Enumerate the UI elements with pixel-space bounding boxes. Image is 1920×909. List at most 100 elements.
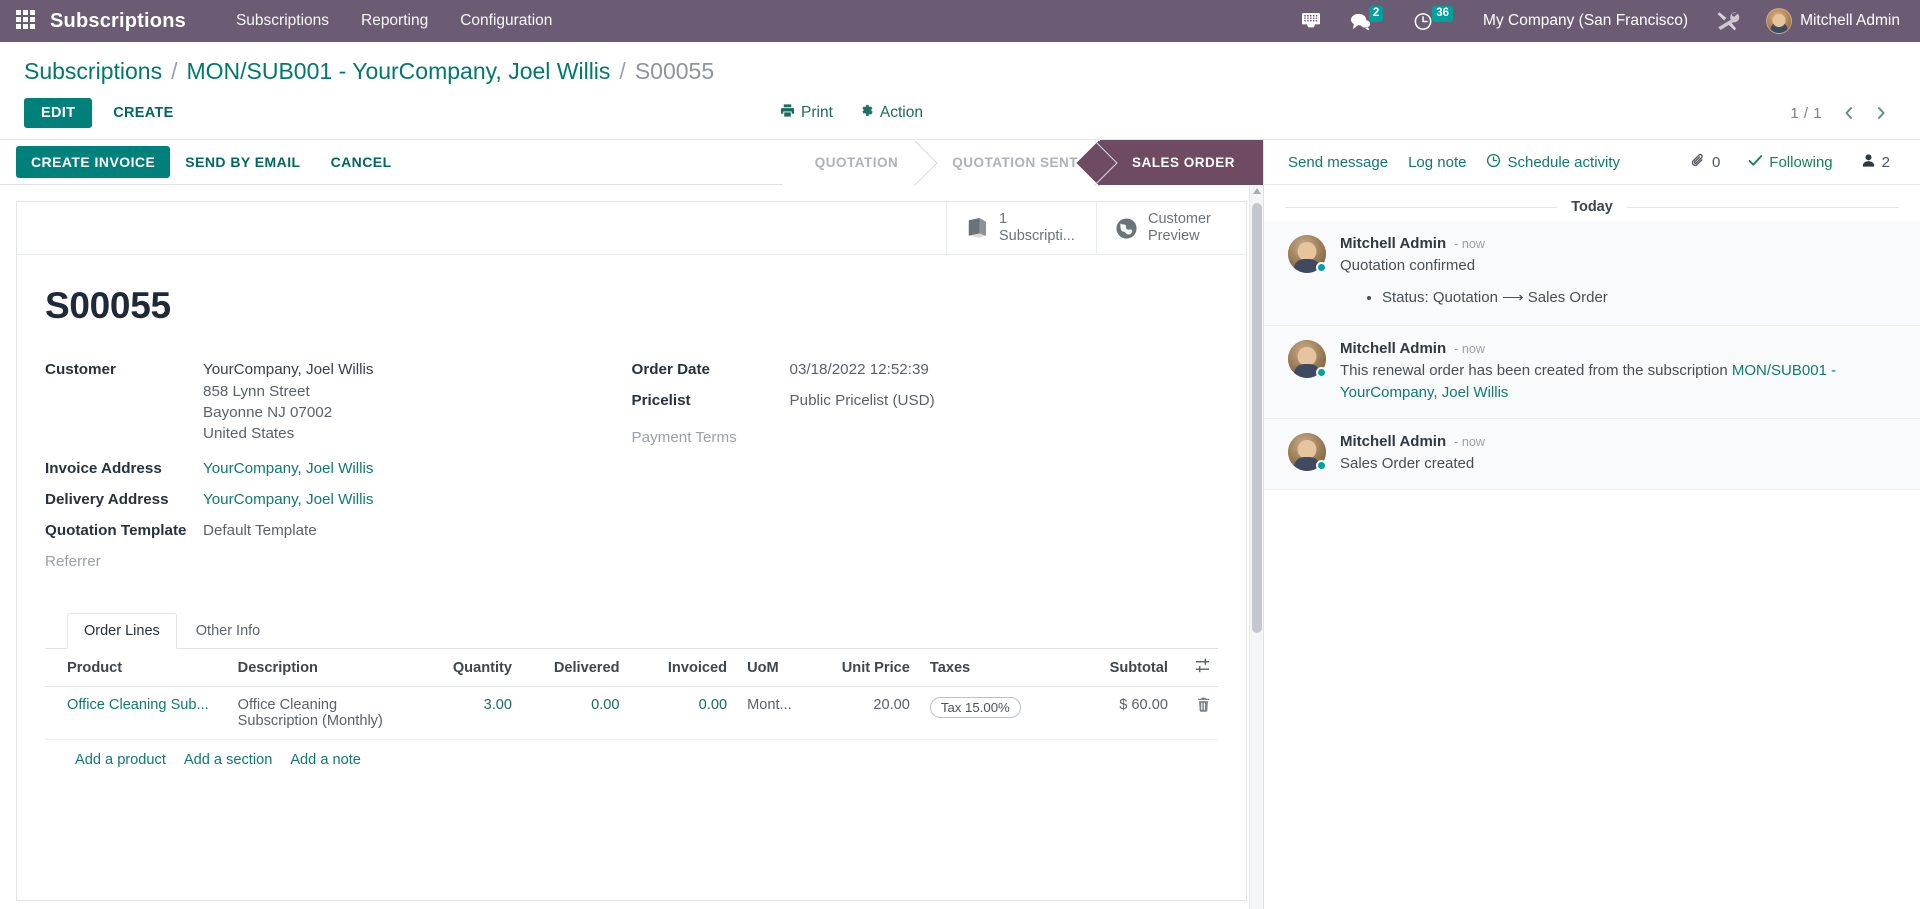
pager-previous-button[interactable] bbox=[1834, 103, 1863, 123]
field-invoice-address: Invoice Address YourCompany, Joel Willis bbox=[45, 458, 632, 480]
print-menu[interactable]: Print bbox=[780, 103, 833, 123]
statusbar: CREATE INVOICE SEND BY EMAIL CANCEL QUOT… bbox=[0, 140, 1263, 185]
following-button[interactable]: Following bbox=[1736, 148, 1844, 177]
smart-button-customer-preview[interactable]: Customer Preview bbox=[1096, 202, 1246, 254]
field-label-customer: Customer bbox=[45, 359, 203, 381]
field-label-referrer: Referrer bbox=[45, 551, 203, 573]
add-a-section-link[interactable]: Add a section bbox=[184, 752, 272, 768]
column-header-description[interactable]: Description bbox=[230, 649, 413, 687]
message-author[interactable]: Mitchell Admin bbox=[1340, 340, 1446, 357]
attachments-button[interactable]: 0 bbox=[1679, 147, 1732, 178]
smart-buttons: 1 Subscripti... Customer bbox=[17, 202, 1246, 255]
app-brand-subscriptions[interactable]: Subscriptions bbox=[50, 10, 186, 33]
status-step-quotation[interactable]: QUOTATION bbox=[783, 140, 921, 185]
menu-item-subscriptions[interactable]: Subscriptions bbox=[220, 2, 345, 40]
scrollbar-thumb[interactable] bbox=[1252, 203, 1262, 633]
smart-button-subscriptions[interactable]: 1 Subscripti... bbox=[946, 202, 1096, 254]
field-value-pricelist[interactable]: Public Pricelist (USD) bbox=[790, 390, 935, 412]
customer-address: 858 Lynn Street Bayonne NJ 07002 United … bbox=[203, 381, 374, 444]
following-label: Following bbox=[1769, 154, 1832, 171]
field-value-invoice-address[interactable]: YourCompany, Joel Willis bbox=[203, 458, 374, 480]
book-icon bbox=[965, 217, 989, 239]
scroll-up-arrow-icon[interactable] bbox=[1253, 188, 1261, 194]
cell-description[interactable]: Office Cleaning Subscription (Monthly) bbox=[230, 687, 413, 740]
breadcrumb-separator-1: / bbox=[171, 58, 177, 85]
create-invoice-button[interactable]: CREATE INVOICE bbox=[16, 146, 170, 178]
avatar bbox=[1766, 8, 1792, 34]
column-header-uom[interactable]: UoM bbox=[735, 649, 810, 687]
product-link[interactable]: Office Cleaning Sub... bbox=[67, 697, 209, 713]
add-a-note-link[interactable]: Add a note bbox=[290, 752, 361, 768]
cell-product[interactable]: Office Cleaning Sub... bbox=[45, 687, 230, 740]
clock-icon[interactable]: 36 bbox=[1399, 0, 1469, 42]
breadcrumb-current: S00055 bbox=[635, 58, 714, 85]
cell-subtotal: $ 60.00 bbox=[1058, 687, 1176, 740]
message-item: Mitchell Admin - now Quotation confirmed… bbox=[1264, 221, 1920, 326]
field-value-customer[interactable]: YourCompany, Joel Willis bbox=[203, 359, 374, 381]
send-by-email-button[interactable]: SEND BY EMAIL bbox=[170, 146, 315, 178]
create-button[interactable]: CREATE bbox=[98, 98, 188, 128]
cell-taxes[interactable]: Tax 15.00% bbox=[918, 687, 1058, 740]
field-value-delivery-address[interactable]: YourCompany, Joel Willis bbox=[203, 489, 374, 511]
action-menu[interactable]: Action bbox=[859, 103, 923, 123]
phone-icon[interactable] bbox=[1286, 0, 1336, 42]
message-body: This renewal order has been created from… bbox=[1340, 360, 1898, 404]
message-timestamp: - now bbox=[1454, 342, 1485, 356]
tab-order-lines[interactable]: Order Lines bbox=[67, 613, 177, 649]
cell-invoiced[interactable]: 0.00 bbox=[628, 687, 736, 740]
field-value-order-date[interactable]: 03/18/2022 12:52:39 bbox=[790, 359, 929, 381]
followers-button[interactable]: 2 bbox=[1849, 147, 1902, 178]
message-author[interactable]: Mitchell Admin bbox=[1340, 235, 1446, 252]
tools-icon[interactable] bbox=[1702, 0, 1754, 42]
status-step-quotation-sent[interactable]: QUOTATION SENT bbox=[920, 140, 1100, 185]
column-header-quantity[interactable]: Quantity bbox=[412, 649, 520, 687]
pager-next-button[interactable] bbox=[1867, 103, 1896, 123]
breadcrumb-root[interactable]: Subscriptions bbox=[24, 58, 162, 85]
message-author[interactable]: Mitchell Admin bbox=[1340, 433, 1446, 450]
online-status-indicator bbox=[1316, 262, 1327, 273]
add-a-product-link[interactable]: Add a product bbox=[75, 752, 166, 768]
log-note-button[interactable]: Log note bbox=[1398, 148, 1476, 177]
column-header-invoiced[interactable]: Invoiced bbox=[628, 649, 736, 687]
navbar-right: 2 36 My Company (San Francisco) Mitchell… bbox=[1286, 0, 1906, 42]
edit-button[interactable]: EDIT bbox=[24, 98, 92, 128]
apps-menu-icon[interactable] bbox=[16, 10, 38, 32]
column-header-subtotal[interactable]: Subtotal bbox=[1058, 649, 1176, 687]
trash-icon[interactable] bbox=[1187, 699, 1210, 715]
message-content: Mitchell Admin - now This renewal order … bbox=[1340, 340, 1898, 404]
column-header-product[interactable]: Product bbox=[45, 649, 230, 687]
cancel-button[interactable]: CANCEL bbox=[316, 146, 407, 178]
form-sheet: 1 Subscripti... Customer bbox=[16, 201, 1247, 901]
field-value-quotation-template[interactable]: Default Template bbox=[203, 520, 317, 542]
menu-item-configuration[interactable]: Configuration bbox=[444, 2, 568, 40]
status-steps: QUOTATION QUOTATION SENT SALES ORDER bbox=[783, 140, 1263, 185]
day-separator-label: Today bbox=[1571, 199, 1613, 215]
cell-uom[interactable]: Mont... bbox=[735, 687, 810, 740]
company-switcher[interactable]: My Company (San Francisco) bbox=[1469, 12, 1702, 30]
schedule-activity-button[interactable]: Schedule activity bbox=[1476, 147, 1630, 178]
cell-delete[interactable] bbox=[1176, 687, 1218, 740]
page-title: S00055 bbox=[45, 285, 1218, 327]
message-item: Mitchell Admin - now This renewal order … bbox=[1264, 326, 1920, 419]
cell-delivered[interactable]: 0.00 bbox=[520, 687, 628, 740]
column-header-delivered[interactable]: Delivered bbox=[520, 649, 628, 687]
table-row[interactable]: Office Cleaning Sub... Office Cleaning S… bbox=[45, 687, 1218, 740]
column-header-taxes[interactable]: Taxes bbox=[918, 649, 1058, 687]
column-options-icon[interactable] bbox=[1176, 649, 1218, 687]
avatar bbox=[1288, 340, 1326, 378]
breadcrumb-parent[interactable]: MON/SUB001 - YourCompany, Joel Willis bbox=[186, 58, 610, 85]
messages-icon[interactable]: 2 bbox=[1336, 0, 1399, 42]
column-header-unit-price[interactable]: Unit Price bbox=[810, 649, 918, 687]
user-menu[interactable]: Mitchell Admin bbox=[1754, 8, 1906, 34]
message-header: Mitchell Admin - now bbox=[1340, 433, 1898, 450]
cell-quantity[interactable]: 3.00 bbox=[412, 687, 520, 740]
status-step-sales-order[interactable]: SALES ORDER bbox=[1100, 140, 1263, 185]
field-quotation-template: Quotation Template Default Template bbox=[45, 520, 632, 542]
send-message-button[interactable]: Send message bbox=[1278, 148, 1398, 177]
menu-item-reporting[interactable]: Reporting bbox=[345, 2, 444, 40]
form-scrollbar[interactable] bbox=[1249, 185, 1263, 909]
form-scroll-area: 1 Subscripti... Customer bbox=[0, 185, 1263, 909]
cell-unit-price[interactable]: 20.00 bbox=[810, 687, 918, 740]
online-status-indicator bbox=[1316, 367, 1327, 378]
tab-other-info[interactable]: Other Info bbox=[179, 613, 277, 649]
